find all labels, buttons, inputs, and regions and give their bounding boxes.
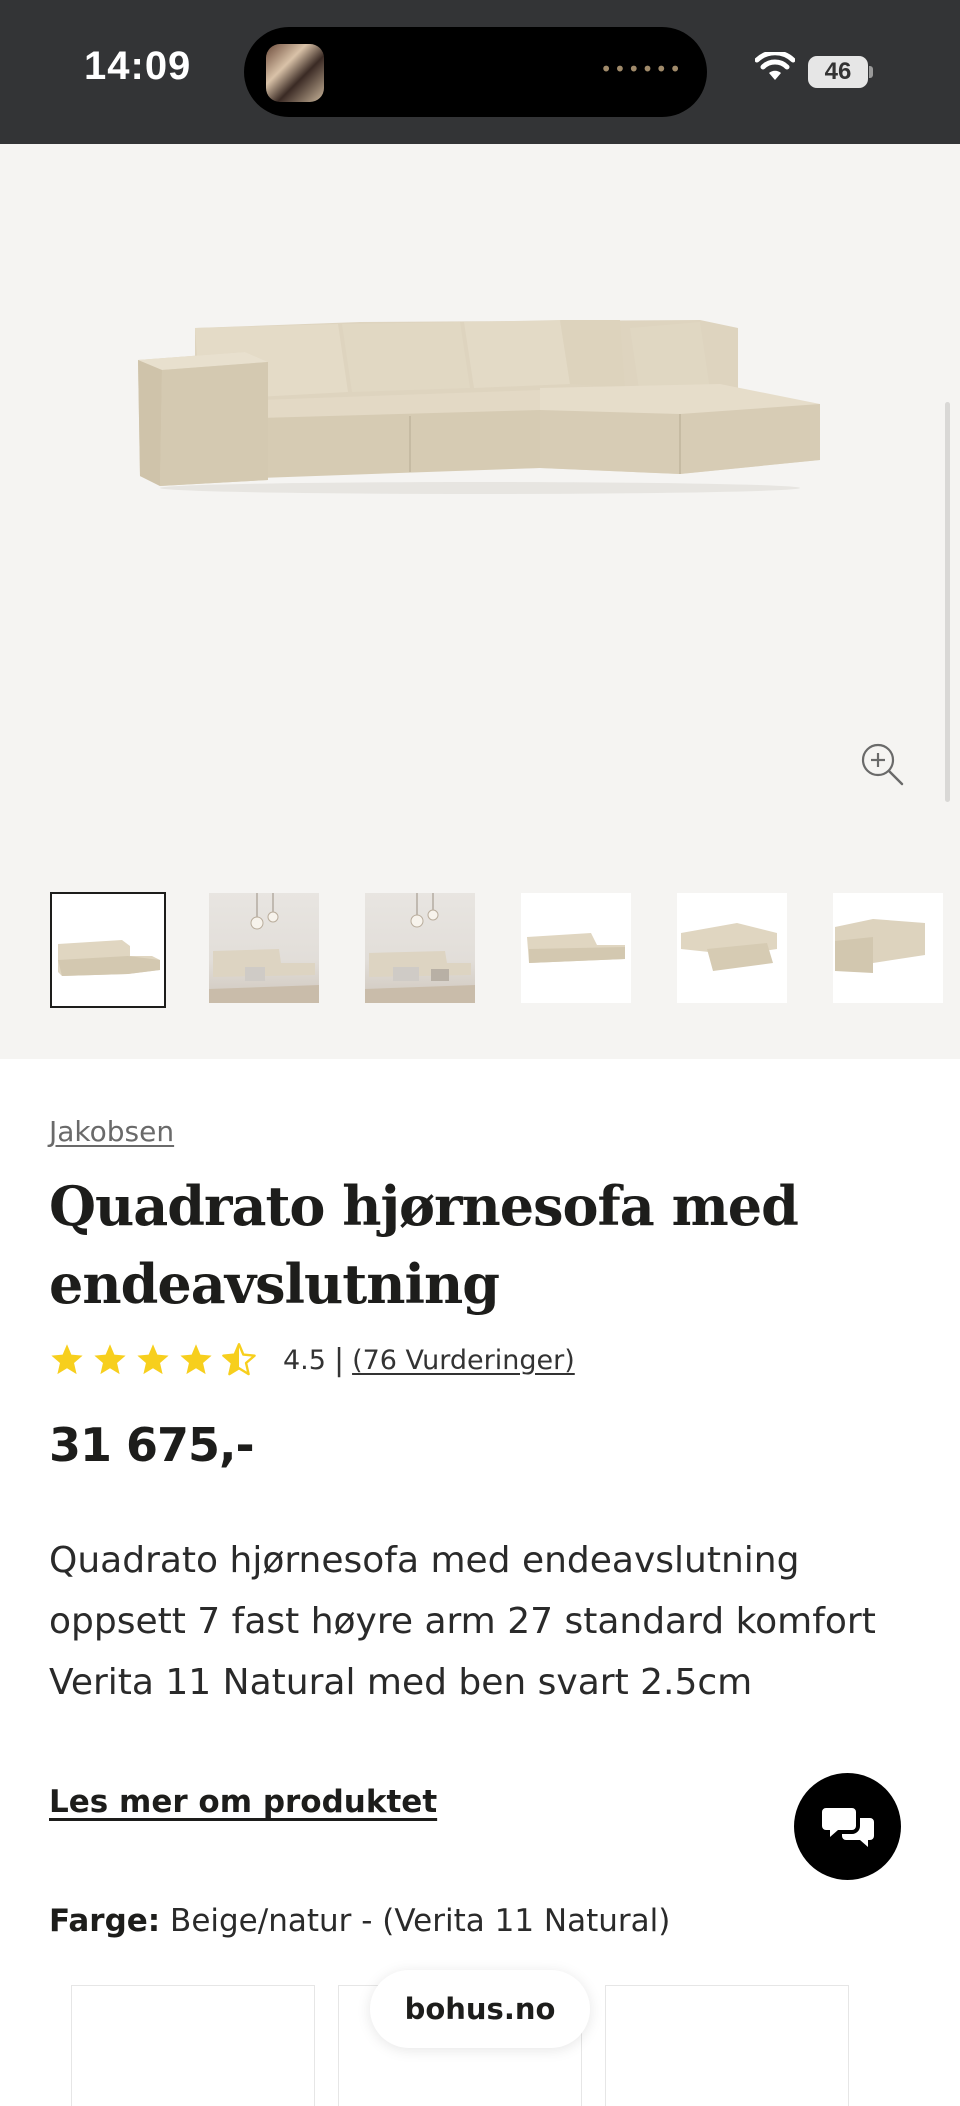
thumbnail-sofa-image xyxy=(681,923,777,971)
audio-activity-icon: •••••• xyxy=(600,57,683,81)
product-image-main[interactable] xyxy=(120,300,840,510)
read-more-link[interactable]: Les mer om produktet xyxy=(49,1784,437,1820)
thumbnail-room-image xyxy=(209,893,319,1003)
status-time: 14:09 xyxy=(84,44,192,88)
dynamic-island[interactable]: •••••• xyxy=(244,27,707,117)
zoom-in-icon[interactable] xyxy=(858,740,906,788)
color-value: Beige/natur - (Verita 11 Natural) xyxy=(170,1903,671,1939)
rating-value: 4.5 xyxy=(283,1344,326,1376)
chat-bubbles-icon xyxy=(821,1807,874,1847)
wifi-icon xyxy=(755,52,795,80)
now-playing-artwork xyxy=(266,44,324,102)
color-label: Farge: xyxy=(49,1903,161,1939)
chat-button[interactable] xyxy=(794,1773,901,1880)
star-full-icon xyxy=(94,1344,126,1375)
color-swatch-1[interactable] xyxy=(71,1985,315,2106)
brand-link[interactable]: Jakobsen xyxy=(49,1115,174,1148)
thumbnail-sofa-image xyxy=(58,940,160,976)
thumbnail-sofa-image xyxy=(835,919,925,973)
star-full-icon xyxy=(137,1344,169,1375)
product-rating: 4.5 | (76 Vurderinger) xyxy=(49,1340,575,1380)
browser-url-pill[interactable]: bohus.no xyxy=(370,1970,590,2048)
thumbnail-sofa-image xyxy=(527,933,625,963)
color-swatch-3[interactable] xyxy=(605,1985,849,2106)
rating-stars xyxy=(49,1342,257,1378)
thumbnail-room-image xyxy=(365,893,475,1003)
star-full-icon xyxy=(180,1344,212,1375)
thumbnail-4[interactable] xyxy=(521,893,631,1003)
status-bar: 14:09 •••••• 46 xyxy=(0,0,960,144)
reviews-link[interactable]: (76 Vurderinger) xyxy=(352,1345,575,1376)
thumbnail-5[interactable] xyxy=(677,893,787,1003)
product-price: 31 675,- xyxy=(49,1418,255,1472)
thumbnail-6[interactable] xyxy=(833,893,943,1003)
color-selection: Farge: Beige/natur - (Verita 11 Natural) xyxy=(49,1903,670,1939)
thumbnail-3[interactable] xyxy=(365,893,475,1003)
thumbnail-2[interactable] xyxy=(209,893,319,1003)
battery-tip xyxy=(869,66,873,78)
thumbnail-1[interactable] xyxy=(50,892,166,1008)
rating-separator: | xyxy=(333,1342,345,1378)
product-description: Quadrato hjørnesofa med endeavslutning o… xyxy=(49,1540,876,1703)
scrollbar xyxy=(945,402,950,802)
product-title: Quadrato hjørnesofa med endeavslutning xyxy=(49,1174,799,1316)
star-half-icon xyxy=(222,1343,256,1376)
battery-indicator: 46 xyxy=(808,56,868,88)
star-full-icon xyxy=(51,1344,83,1375)
